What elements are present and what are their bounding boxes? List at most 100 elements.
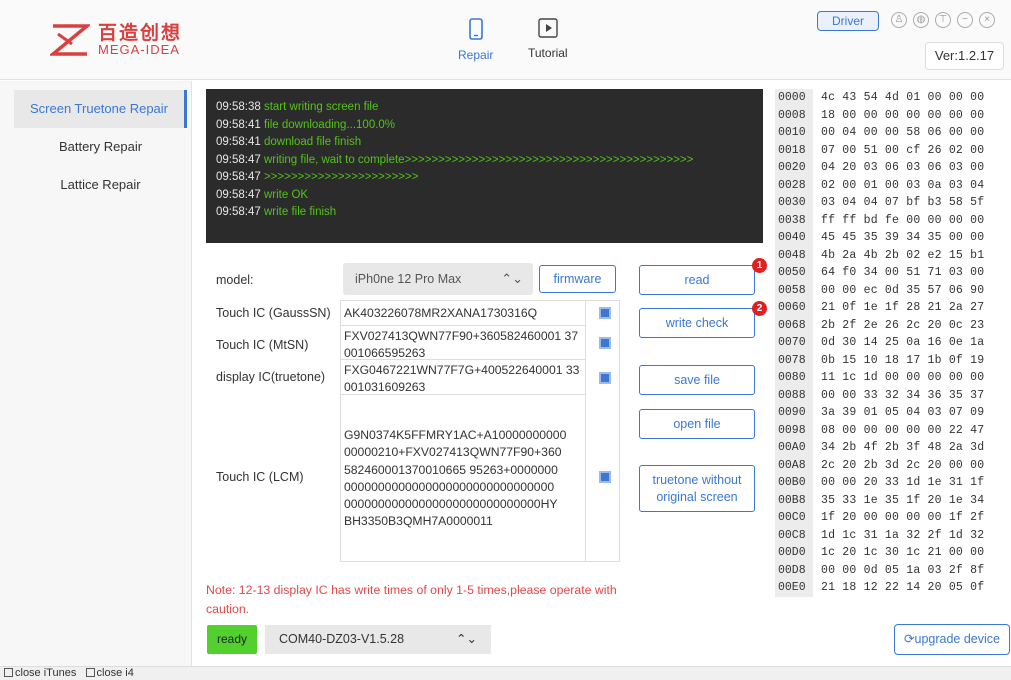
hex-address: 0060 <box>775 299 813 317</box>
driver-button[interactable]: Driver <box>817 11 879 31</box>
touch-ic-lcm-field[interactable]: G9N0374K5FFMRY1AC+A10000000000 00000210+… <box>341 395 586 561</box>
hex-dump-panel: 0000 4c 43 54 4d 01 00 00 00 0008 18 00 00 … <box>775 89 1011 619</box>
step-badge-2: 2 <box>752 301 767 316</box>
hex-bytes: 0b 15 10 18 17 1b 0f 19 <box>821 353 985 367</box>
firmware-button[interactable]: firmware <box>539 265 616 293</box>
log-line: 09:58:47 >>>>>>>>>>>>>>>>>>>>>>> <box>216 171 419 183</box>
upgrade-device-button[interactable]: ⟳upgrade device <box>894 624 1010 655</box>
status-badge: ready <box>207 625 257 654</box>
hex-address: 00A8 <box>775 456 813 474</box>
model-select[interactable]: iPh0ne 12 Pro Max ⌃⌄ <box>343 263 533 295</box>
touch-ic-mtsn-field[interactable]: FXV027413QWN77F90+360582460001 370010665… <box>341 326 586 360</box>
close-i4-checkbox[interactable] <box>85 668 95 677</box>
touch-ic-gausssn-checkbox[interactable] <box>599 307 611 319</box>
close-icon[interactable]: × <box>979 12 995 28</box>
model-label: model: <box>216 273 254 287</box>
hex-bytes: 3a 39 01 05 04 03 07 09 <box>821 406 985 419</box>
read-button[interactable]: read <box>639 265 755 295</box>
save-file-button[interactable]: save file <box>639 365 755 395</box>
hex-row: 0098 08 00 00 00 00 00 22 47 <box>775 421 1011 439</box>
touch-ic-mtsn-checkbox[interactable] <box>599 337 611 349</box>
hex-address: 0040 <box>775 229 813 247</box>
hex-address: 00B8 <box>775 491 813 509</box>
brand-name-cn: 百造创想 <box>98 22 183 44</box>
sidebar-item-battery-repair[interactable]: Battery Repair <box>14 128 187 166</box>
hex-row: 0010 00 04 00 00 58 06 00 00 <box>775 124 1011 142</box>
port-select[interactable]: COM40-DZ03-V1.5.28 ⌃⌄ <box>265 625 491 654</box>
chevron-updown-icon: ⌃⌄ <box>456 632 477 646</box>
display-ic-truetone-checkbox[interactable] <box>599 372 611 384</box>
tab-repair[interactable]: Repair <box>458 18 493 62</box>
tab-tutorial-label: Tutorial <box>528 46 568 60</box>
shirt-icon[interactable]: ⊤ <box>935 12 951 28</box>
hex-row: 0040 45 45 35 39 34 35 00 00 <box>775 229 1011 247</box>
close-itunes-label: close iTunes <box>15 667 77 679</box>
touch-ic-lcm-checkbox[interactable] <box>599 471 611 483</box>
app-header: 百造创想 MEGA-IDEA Repair Tutorial Driver ♙ … <box>0 0 1011 80</box>
hex-bytes: 00 00 0d 05 1a 03 2f 8f <box>821 563 985 577</box>
sidebar-item-screen-truetone-repair[interactable]: Screen Truetone Repair <box>14 90 187 128</box>
hex-row: 00A8 2c 20 2b 3d 2c 20 00 00 <box>775 456 1011 474</box>
ic-data-grid: AK403226078MR2XANA1730316Q FXV027413QWN7… <box>340 300 620 562</box>
touch-ic-gausssn-field[interactable]: AK403226078MR2XANA1730316Q <box>341 301 586 326</box>
log-line: 09:58:38 start writing screen file <box>216 101 379 113</box>
touch-ic-mtsn-label: Touch IC (MtSN) <box>216 338 309 352</box>
minimize-icon[interactable]: − <box>957 12 973 28</box>
log-line: 09:58:41 download file finish <box>216 136 362 148</box>
sidebar-item-lattice-repair[interactable]: Lattice Repair <box>14 166 187 204</box>
hex-row: 0080 11 1c 1d 00 00 00 00 00 <box>775 369 1011 387</box>
hex-address: 0070 <box>775 334 813 352</box>
globe-icon[interactable]: ◍ <box>913 12 929 28</box>
hex-bytes: 35 33 1e 35 1f 20 1e 34 <box>821 493 985 507</box>
hex-address: 0080 <box>775 369 813 387</box>
hex-address: 0098 <box>775 421 813 439</box>
model-value: iPh0ne 12 Pro Max <box>355 272 462 286</box>
hex-row: 0020 04 20 03 06 03 06 03 00 <box>775 159 1011 177</box>
touch-ic-lcm-label: Touch IC (LCM) <box>216 470 304 484</box>
hex-row: 0028 02 00 01 00 03 0a 03 04 <box>775 176 1011 194</box>
version-label: Ver:1.2.17 <box>925 42 1004 70</box>
hex-row: 0000 4c 43 54 4d 01 00 00 00 <box>775 89 1011 107</box>
display-ic-truetone-field[interactable]: FXG0467221WN77F7G+400522640001 330010316… <box>341 360 586 395</box>
open-file-button[interactable]: open file <box>639 409 755 439</box>
hex-row: 0090 3a 39 01 05 04 03 07 09 <box>775 404 1011 422</box>
footer-bar: close iTunes close i4 <box>0 666 1011 680</box>
hex-bytes: ff ff bd fe 00 00 00 00 <box>821 213 985 227</box>
hex-row: 0038 ff ff bd fe 00 00 00 00 <box>775 211 1011 229</box>
log-console: 09:58:38 start writing screen file 09:58… <box>206 89 763 243</box>
hex-address: 0010 <box>775 124 813 142</box>
hex-row: 0068 2b 2f 2e 26 2c 20 0c 23 <box>775 316 1011 334</box>
hex-row: 0088 00 00 33 32 34 36 35 37 <box>775 386 1011 404</box>
hex-row: 0058 00 00 ec 0d 35 57 06 90 <box>775 281 1011 299</box>
hex-address: 0018 <box>775 141 813 159</box>
tab-tutorial[interactable]: Tutorial <box>528 18 568 60</box>
hex-address: 0000 <box>775 89 813 107</box>
truetone-without-original-screen-button[interactable]: truetone without original screen <box>639 465 755 512</box>
logo: 百造创想 MEGA-IDEA <box>50 22 182 58</box>
hex-address: 0078 <box>775 351 813 369</box>
sidebar: Screen Truetone Repair Battery Repair La… <box>0 81 192 666</box>
log-line: 09:58:41 file downloading...100.0% <box>216 118 396 131</box>
hex-address: 0058 <box>775 281 813 299</box>
chevron-updown-icon: ⌃⌄ <box>501 271 523 286</box>
hex-address: 00B0 <box>775 474 813 492</box>
hex-bytes: 4c 43 54 4d 01 00 00 00 <box>821 91 985 104</box>
hex-address: 0030 <box>775 194 813 212</box>
logo-icon <box>50 24 90 56</box>
display-ic-truetone-label: display IC(truetone) <box>216 370 326 384</box>
hex-row: 00A0 34 2b 4f 2b 3f 48 2a 3d <box>775 439 1011 457</box>
hex-address: 00C8 <box>775 526 813 544</box>
play-icon <box>538 18 558 38</box>
phone-icon <box>468 18 483 40</box>
hex-bytes: 0d 30 14 25 0a 16 0e 1a <box>821 336 985 349</box>
hex-address: 0050 <box>775 264 813 282</box>
hex-bytes: 11 1c 1d 00 00 00 00 00 <box>821 371 985 384</box>
hex-row: 0050 64 f0 34 00 51 71 03 00 <box>775 264 1011 282</box>
hex-bytes: 18 00 00 00 00 00 00 00 <box>821 108 985 122</box>
close-itunes-checkbox[interactable] <box>4 668 13 677</box>
hex-address: 00E0 <box>775 579 813 597</box>
hex-bytes: 34 2b 4f 2b 3f 48 2a 3d <box>821 441 985 454</box>
user-icon[interactable]: ♙ <box>891 12 907 28</box>
write-check-button[interactable]: write check <box>639 308 755 338</box>
hex-bytes: 02 00 01 00 03 0a 03 04 <box>821 178 985 192</box>
